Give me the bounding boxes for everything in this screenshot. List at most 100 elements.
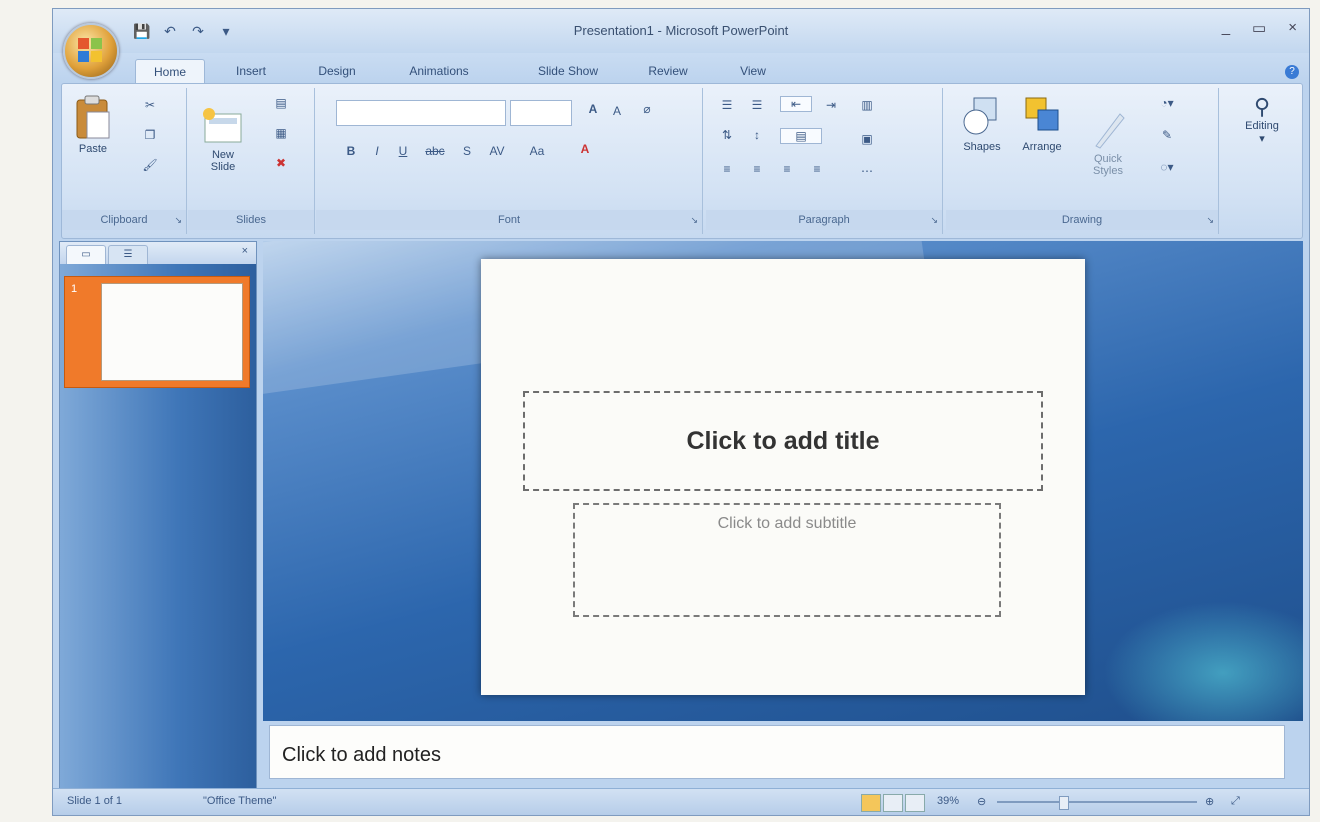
font-color-button[interactable]: A bbox=[574, 142, 596, 156]
tab-review[interactable]: Review bbox=[633, 59, 703, 83]
fit-to-window-icon[interactable]: ⤢ bbox=[1231, 795, 1240, 808]
zoom-in-icon[interactable]: ⊕ bbox=[1205, 795, 1214, 808]
group-clipboard: Paste ✂ ❐ 🖌 Clipboard ↘ bbox=[62, 88, 187, 234]
office-button[interactable] bbox=[63, 23, 119, 79]
quick-styles-button[interactable]: Quick Styles bbox=[1078, 94, 1138, 189]
theme-name: "Office Theme" bbox=[203, 795, 277, 807]
tab-design[interactable]: Design bbox=[305, 59, 369, 83]
drawing-label: Drawing bbox=[946, 210, 1218, 230]
strikethrough-button[interactable]: abc bbox=[420, 144, 450, 158]
copy-icon[interactable]: ❐ bbox=[140, 128, 160, 142]
numbering-icon[interactable]: ☰ bbox=[746, 98, 768, 112]
zoom-out-icon[interactable]: ⊖ bbox=[977, 795, 986, 808]
grow-font-button[interactable]: A bbox=[582, 102, 604, 116]
window-title: Presentation1 - Microsoft PowerPoint bbox=[573, 23, 789, 38]
slide-sorter-icon[interactable] bbox=[883, 794, 903, 812]
italic-button[interactable]: I bbox=[368, 144, 386, 158]
help-icon[interactable]: ? bbox=[1285, 65, 1299, 79]
paragraph-options-icon[interactable]: ⋯ bbox=[856, 164, 878, 178]
tab-slide-show[interactable]: Slide Show bbox=[523, 59, 613, 83]
shapes-icon bbox=[963, 97, 997, 135]
delete-slide-icon[interactable]: ✖ bbox=[268, 156, 294, 170]
align-right-icon[interactable]: ≡ bbox=[776, 162, 798, 176]
shapes-button[interactable]: Shapes bbox=[954, 94, 1010, 153]
paste-icon bbox=[76, 95, 110, 139]
bullets-icon[interactable]: ☰ bbox=[716, 98, 738, 112]
normal-view-icon[interactable] bbox=[861, 794, 881, 812]
slide-editor: Click to add title Click to add subtitle bbox=[263, 241, 1303, 721]
pane-tabs: ▭ ☰ × bbox=[60, 242, 256, 264]
clear-format-icon[interactable]: ⌀ bbox=[636, 102, 658, 116]
new-slide-button[interactable]: New Slide bbox=[196, 94, 250, 185]
increase-indent-icon[interactable]: ⇥ bbox=[818, 98, 844, 112]
slides-pane: ▭ ☰ × 1 bbox=[59, 241, 257, 798]
change-case-button[interactable]: Aa bbox=[522, 144, 552, 158]
cut-icon[interactable]: ✂ bbox=[140, 98, 160, 112]
columns-icon[interactable]: ▥ bbox=[856, 98, 878, 112]
layout-icon[interactable]: ▤ bbox=[268, 96, 294, 110]
maximize-button[interactable]: ▭ bbox=[1252, 19, 1266, 37]
char-spacing-button[interactable]: AV bbox=[482, 144, 512, 158]
tab-outline[interactable]: ☰ bbox=[108, 245, 148, 264]
office-logo-icon bbox=[78, 38, 102, 62]
font-size-input[interactable] bbox=[510, 100, 572, 126]
arrange-button[interactable]: Arrange bbox=[1012, 94, 1072, 153]
arrange-icon bbox=[1025, 97, 1059, 131]
tab-slides[interactable]: ▭ bbox=[66, 245, 106, 264]
shadow-button[interactable]: S bbox=[458, 144, 476, 158]
clipboard-launcher-icon[interactable]: ↘ bbox=[174, 215, 182, 226]
notes-pane[interactable]: Click to add notes bbox=[269, 725, 1285, 779]
ribbon-tabs: Home Insert Design Animations Slide Show… bbox=[53, 53, 1309, 84]
shape-effects-icon[interactable]: ◌▾ bbox=[1152, 160, 1182, 174]
zoom-slider-knob[interactable] bbox=[1059, 796, 1069, 810]
subtitle-placeholder[interactable]: Click to add subtitle bbox=[573, 503, 1001, 617]
align-center-icon[interactable]: ≡ bbox=[746, 162, 768, 176]
new-slide-icon bbox=[203, 108, 242, 143]
paragraph-label: Paragraph bbox=[706, 210, 942, 230]
tab-animations[interactable]: Animations bbox=[389, 59, 489, 83]
shape-fill-icon[interactable]: ◔▾ bbox=[1152, 96, 1182, 110]
zoom-level: 39% bbox=[937, 795, 960, 807]
drawing-launcher-icon[interactable]: ↘ bbox=[1206, 215, 1214, 226]
group-slides: New Slide ▤ ▦ ✖ Slides bbox=[188, 88, 315, 234]
binoculars-icon: ⚲ bbox=[1253, 94, 1271, 119]
convert-smartart-icon[interactable]: ▣ bbox=[856, 132, 878, 146]
font-launcher-icon[interactable]: ↘ bbox=[690, 215, 698, 226]
align-left-icon[interactable]: ≡ bbox=[716, 162, 738, 176]
line-spacing-icon[interactable]: ↕ bbox=[746, 128, 768, 142]
decrease-indent-icon[interactable]: ⇤ bbox=[780, 96, 812, 112]
text-direction-icon[interactable]: ⇅ bbox=[716, 128, 738, 142]
underline-button[interactable]: U bbox=[394, 144, 412, 158]
clipboard-label: Clipboard bbox=[62, 210, 186, 230]
font-name-input[interactable] bbox=[336, 100, 506, 126]
tab-home[interactable]: Home bbox=[135, 59, 205, 84]
justify-icon[interactable]: ≡ bbox=[806, 162, 828, 176]
slides-label: Slides bbox=[188, 210, 314, 230]
bold-button[interactable]: B bbox=[342, 144, 360, 158]
editing-button[interactable]: ⚲ Editing ▾ bbox=[1234, 94, 1290, 145]
title-placeholder[interactable]: Click to add title bbox=[523, 391, 1043, 491]
slide-show-icon[interactable] bbox=[905, 794, 925, 812]
status-bar: Slide 1 of 1 "Office Theme" 39% ⊖ ⊕ ⤢ bbox=[53, 788, 1309, 815]
minimize-button[interactable]: _ bbox=[1222, 19, 1230, 37]
zoom-slider[interactable] bbox=[997, 801, 1197, 803]
powerpoint-window: 💾 ↶ ↷ ▾ Presentation1 - Microsoft PowerP… bbox=[52, 8, 1310, 816]
thumbnail-number: 1 bbox=[71, 283, 78, 295]
slide-thumbnail[interactable]: 1 bbox=[64, 276, 250, 388]
align-text-icon[interactable]: ▤ bbox=[780, 128, 822, 144]
window-controls: _ ▭ × bbox=[1222, 19, 1297, 37]
slide-counter: Slide 1 of 1 bbox=[67, 795, 123, 807]
font-label: Font bbox=[316, 210, 702, 230]
tab-view[interactable]: View bbox=[723, 59, 783, 83]
slide-canvas[interactable]: Click to add title Click to add subtitle bbox=[481, 259, 1085, 695]
shrink-font-button[interactable]: A bbox=[608, 104, 626, 118]
close-button[interactable]: × bbox=[1288, 19, 1297, 37]
format-painter-icon[interactable]: 🖌 bbox=[140, 158, 160, 172]
shape-outline-icon[interactable]: ✎ bbox=[1152, 128, 1182, 142]
quick-styles-icon bbox=[1095, 113, 1125, 149]
paste-button[interactable]: Paste bbox=[68, 94, 118, 155]
pane-close-icon[interactable]: × bbox=[242, 245, 248, 257]
paragraph-launcher-icon[interactable]: ↘ bbox=[930, 215, 938, 226]
reset-icon[interactable]: ▦ bbox=[268, 126, 294, 140]
tab-insert[interactable]: Insert bbox=[221, 59, 281, 83]
